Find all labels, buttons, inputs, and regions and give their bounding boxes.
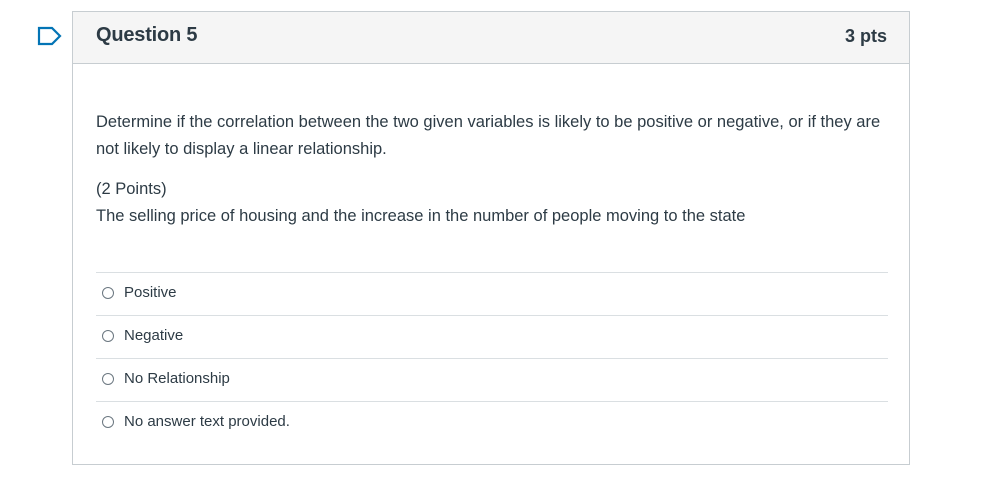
question-title: Question 5 xyxy=(96,24,198,46)
question-prompt: Determine if the correlation between the… xyxy=(96,113,881,158)
question-scenario: The selling price of housing and the inc… xyxy=(96,207,746,225)
question-header: Question 5 3 pts xyxy=(73,12,909,64)
answer-option-positive[interactable]: Positive xyxy=(96,273,888,316)
answer-option-negative[interactable]: Negative xyxy=(96,316,888,359)
points-note: (2 Points) xyxy=(96,180,167,198)
answer-label: Positive xyxy=(124,284,177,301)
answer-list: Positive Negative No Relationship No ans… xyxy=(96,272,888,444)
answer-option-no-relationship[interactable]: No Relationship xyxy=(96,359,888,402)
answer-option-no-answer-text[interactable]: No answer text provided. xyxy=(96,402,888,444)
radio-button[interactable] xyxy=(102,330,114,342)
question-points: 3 pts xyxy=(844,26,887,46)
flag-question-icon[interactable] xyxy=(37,26,63,46)
radio-button[interactable] xyxy=(102,416,114,428)
question-card: Question 5 3 pts Determine if the correl… xyxy=(72,11,910,465)
radio-button[interactable] xyxy=(102,373,114,385)
answer-label: Negative xyxy=(124,327,184,344)
answer-label: No Relationship xyxy=(124,370,230,387)
answer-label: No answer text provided. xyxy=(124,413,290,430)
radio-button[interactable] xyxy=(102,287,114,299)
